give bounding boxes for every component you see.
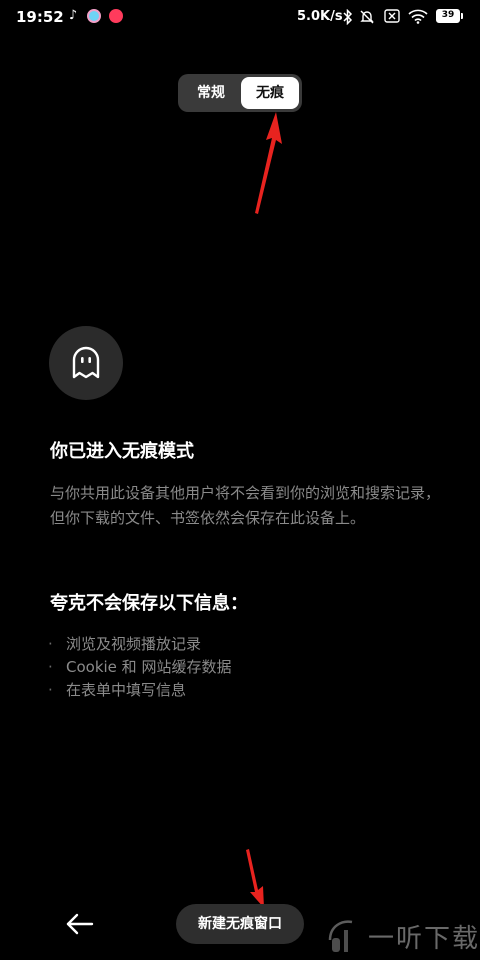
status-time: 19:52 (16, 8, 64, 26)
wifi-icon (408, 9, 428, 24)
mode-toggle: 常规 无痕 (178, 74, 302, 112)
music-icon (109, 9, 123, 23)
bluetooth-icon (343, 9, 353, 25)
mute-icon (360, 10, 374, 24)
tiktok-icon: ♪ (68, 8, 78, 23)
bullet: · (48, 658, 53, 676)
ghost-icon (72, 346, 100, 379)
network-speed: 5.0K/s (297, 9, 343, 24)
list-item: · Cookie 和 网站缓存数据 (48, 656, 231, 679)
status-bar: 19:52 ♪ 5.0K/s 39 (0, 0, 480, 34)
list-item-label: 在表单中填写信息 (66, 681, 187, 699)
list-item: · 浏览及视频播放记录 (48, 633, 231, 656)
incognito-title: 你已进入无痕模式 (50, 441, 194, 462)
tab-normal[interactable]: 常规 (182, 77, 240, 109)
battery-icon: 39 (436, 9, 463, 23)
tab-incognito[interactable]: 无痕 (241, 77, 299, 109)
list-item-label: 浏览及视频播放记录 (66, 635, 202, 653)
list-item-label: Cookie 和 网站缓存数据 (66, 658, 232, 676)
annotation-arrow-up-icon (255, 112, 282, 214)
bullet: · (48, 635, 53, 653)
no-sim-icon (384, 9, 400, 23)
app-icon (87, 9, 101, 23)
list-item: · 在表单中填写信息 (48, 679, 231, 702)
back-arrow-icon[interactable] (62, 906, 98, 942)
new-incognito-window-button[interactable]: 新建无痕窗口 (176, 904, 304, 944)
watermark-text: 一听下载 (368, 924, 480, 954)
ghost-avatar (49, 326, 123, 400)
annotation-arrow-down-icon (246, 849, 264, 908)
bullet: · (48, 681, 53, 699)
not-saved-list: · 浏览及视频播放记录 · Cookie 和 网站缓存数据 · 在表单中填写信息 (48, 633, 231, 702)
incognito-description: 与你共用此设备其他用户将不会看到你的浏览和搜索记录，但你下载的文件、书签依然会保… (50, 484, 441, 527)
not-saved-title: 夸克不会保存以下信息： (50, 593, 248, 614)
